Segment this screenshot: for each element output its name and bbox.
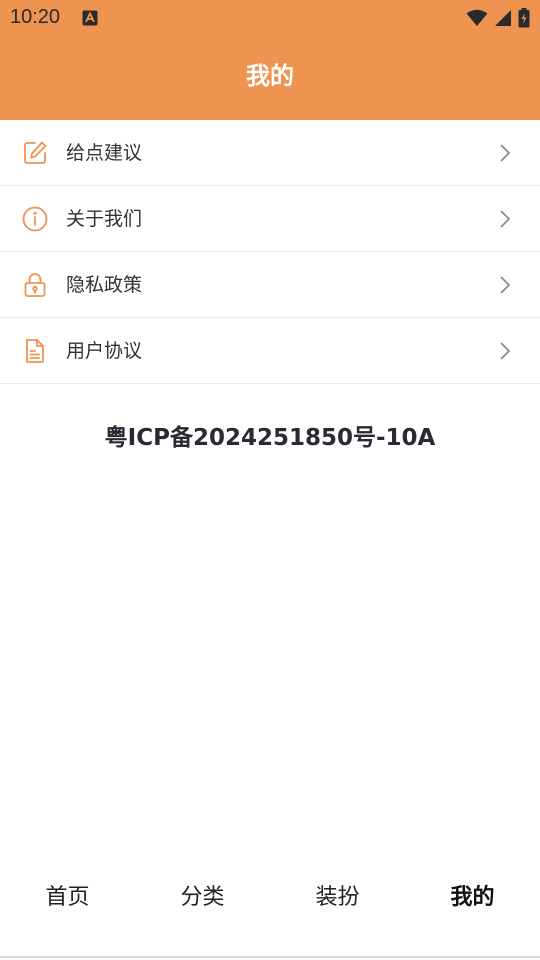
menu-item-label: 用户协议	[66, 340, 143, 362]
profile-page: 10:20 我的 给点建议 关于我们 隐私政策 用户协议 粤ICP备202425…	[0, 0, 540, 960]
menu-item-label: 隐私政策	[66, 274, 143, 296]
document-icon	[22, 338, 48, 364]
nav-dress-up[interactable]: 装扮	[270, 866, 405, 930]
bottom-nav: 首页 分类 装扮 我的	[0, 866, 540, 930]
icp-record-number[interactable]: 粤ICP备2024251850号-10A	[0, 418, 540, 452]
status-time: 10:20	[10, 6, 61, 28]
menu-item-label: 关于我们	[66, 208, 143, 230]
bottom-divider	[0, 956, 540, 958]
nav-home[interactable]: 首页	[0, 866, 135, 930]
menu-item-feedback[interactable]: 给点建议	[0, 120, 540, 186]
chevron-right-icon	[498, 209, 512, 229]
status-bar: 10:20	[0, 0, 540, 36]
battery-charging-icon	[518, 8, 530, 28]
page-title: 我的	[246, 62, 294, 90]
menu-item-agreement[interactable]: 用户协议	[0, 318, 540, 384]
menu-list: 给点建议 关于我们 隐私政策 用户协议	[0, 120, 540, 384]
wifi-icon	[466, 9, 488, 27]
a-letter-icon	[82, 10, 98, 26]
status-icons	[466, 8, 530, 28]
edit-icon	[22, 140, 48, 166]
info-icon	[22, 206, 48, 232]
header: 10:20 我的	[0, 0, 540, 120]
nav-category[interactable]: 分类	[135, 866, 270, 930]
signal-icon	[494, 9, 512, 27]
chevron-right-icon	[498, 143, 512, 163]
menu-item-privacy[interactable]: 隐私政策	[0, 252, 540, 318]
menu-item-about[interactable]: 关于我们	[0, 186, 540, 252]
chevron-right-icon	[498, 275, 512, 295]
nav-mine[interactable]: 我的	[405, 866, 540, 930]
menu-item-label: 给点建议	[66, 142, 143, 164]
lock-icon	[22, 272, 48, 298]
chevron-right-icon	[498, 341, 512, 361]
